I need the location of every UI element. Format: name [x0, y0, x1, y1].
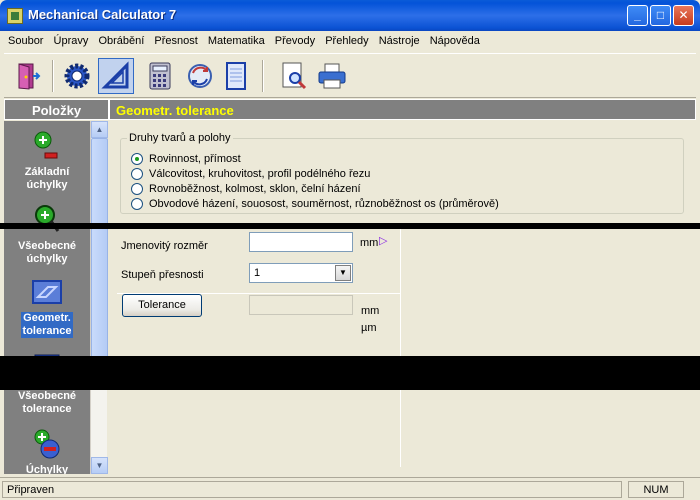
minimize-button[interactable]: _ — [627, 5, 648, 26]
menu-napoveda[interactable]: Nápověda — [426, 31, 483, 47]
grade-select[interactable]: 1 ▼ — [249, 263, 353, 283]
radio-option-runout[interactable]: Obvodové házení, souosost, souměrnost, r… — [131, 196, 499, 211]
plus-minus-icon — [30, 129, 64, 163]
dropdown-arrow-icon[interactable]: ▼ — [335, 265, 351, 281]
menu-matematika[interactable]: Matematika — [204, 31, 268, 47]
radio-option-parallelism[interactable]: Rovnoběžnost, kolmost, sklon, čelní háze… — [131, 181, 361, 196]
grade-label: Stupeň přesnosti — [121, 269, 204, 281]
status-text: Připraven — [2, 481, 622, 498]
item-label: úchylky — [26, 179, 68, 191]
toolbar — [4, 53, 696, 98]
nominal-unit-label: mm — [360, 237, 379, 249]
item-zakladni-uchylky[interactable]: Základní úchylky — [4, 129, 90, 192]
convert-cycle-icon[interactable] — [182, 58, 218, 94]
nominal-size-label: Jmenovitý rozměr — [121, 240, 208, 252]
menu-nastroje[interactable]: Nástroje — [375, 31, 423, 47]
unit-toggle-arrow-icon[interactable]: ▷ — [379, 234, 387, 247]
radio-button[interactable] — [131, 197, 143, 210]
calculator-icon[interactable] — [142, 58, 178, 94]
scroll-up-button[interactable]: ▲ — [91, 121, 108, 138]
deviation-icon — [30, 427, 64, 461]
close-button[interactable]: ✕ — [673, 5, 694, 26]
status-bar: Připraven NUM — [0, 477, 700, 500]
radio-label: Rovinnost, přímost — [149, 152, 241, 165]
tolerance-unit-mm: mm — [361, 305, 380, 317]
items-scrollbar[interactable]: ▲ ▼ — [90, 121, 108, 474]
title-bar: Mechanical Calculator 7 _ □ ✕ — [0, 0, 700, 31]
notebook-icon[interactable] — [218, 58, 254, 94]
preview-magnifier-icon[interactable] — [276, 58, 312, 94]
radio-button[interactable] — [131, 182, 143, 195]
app-icon[interactable] — [7, 8, 23, 24]
scroll-thumb[interactable] — [91, 138, 108, 388]
item-vseobecne-uchylky[interactable]: Všeobecné úchylky — [4, 203, 90, 266]
item-label: Základní — [24, 166, 70, 178]
item-uchylky[interactable]: Úchylky — [4, 427, 90, 474]
main-content: Druhy tvarů a polohy Rovinnost, přímost … — [109, 121, 696, 474]
item-label: úchylky — [26, 253, 68, 265]
item-label: tolerance — [22, 403, 72, 415]
item-label: Úchylky — [25, 464, 69, 474]
items-panel-header: Položky — [4, 99, 109, 120]
gear-settings-icon[interactable] — [59, 58, 95, 94]
menu-obrabeni[interactable]: Obrábění — [94, 31, 147, 47]
tolerance-output — [249, 295, 353, 315]
page-title: Geometr. tolerance — [109, 99, 696, 120]
radio-option-cylindricity[interactable]: Válcovitost, kruhovitost, profil podélné… — [131, 166, 370, 181]
printer-icon[interactable] — [314, 58, 350, 94]
geometric-tolerance-icon — [30, 275, 64, 309]
radio-label: Válcovitost, kruhovitost, profil podélné… — [149, 167, 371, 180]
radio-button[interactable] — [131, 167, 143, 180]
menu-prevody[interactable]: Převody — [271, 31, 318, 47]
radio-button[interactable] — [131, 152, 143, 165]
tolerance-unit-um: µm — [361, 322, 377, 334]
scroll-down-button[interactable]: ▼ — [91, 457, 108, 474]
item-label: Geometr. — [21, 312, 73, 325]
item-geometr-tolerance[interactable]: Geometr. tolerance — [4, 275, 90, 338]
triangle-tolerance-icon[interactable] — [98, 58, 134, 94]
wrench-tolerance-icon — [30, 203, 64, 237]
radio-label: Obvodové házení, souosost, souměrnost, r… — [149, 197, 499, 210]
item-label: Všeobecné — [17, 390, 77, 402]
door-exit-icon[interactable] — [10, 58, 46, 94]
nominal-size-input[interactable] — [249, 232, 353, 252]
menu-prehledy[interactable]: Přehledy — [321, 31, 371, 47]
num-lock-indicator: NUM — [628, 481, 684, 498]
group-legend: Druhy tvarů a polohy — [127, 132, 233, 144]
item-label: Všeobecné — [17, 240, 77, 252]
render-artifact-band — [0, 223, 700, 229]
menu-soubor[interactable]: Soubor — [4, 31, 46, 47]
menu-bar: Soubor Úpravy Obrábění Přesnost Matemati… — [4, 31, 696, 52]
radio-label: Rovnoběžnost, kolmost, sklon, čelní háze… — [149, 182, 361, 195]
shape-type-group: Druhy tvarů a polohy Rovinnost, přímost … — [120, 132, 684, 214]
window-title: Mechanical Calculator 7 — [28, 7, 177, 22]
grade-value: 1 — [254, 267, 261, 279]
maximize-button[interactable]: □ — [650, 5, 671, 26]
tolerance-button[interactable]: Tolerance — [122, 294, 202, 317]
vertical-divider — [400, 225, 401, 467]
item-label: tolerance — [20, 325, 74, 338]
render-artifact-band — [0, 356, 700, 390]
radio-option-flatness[interactable]: Rovinnost, přímost — [131, 151, 241, 166]
items-panel: Základní úchylky Všeobecné úchylky Geome… — [4, 121, 90, 474]
menu-presnost[interactable]: Přesnost — [150, 31, 200, 47]
menu-upravy[interactable]: Úpravy — [50, 31, 92, 47]
